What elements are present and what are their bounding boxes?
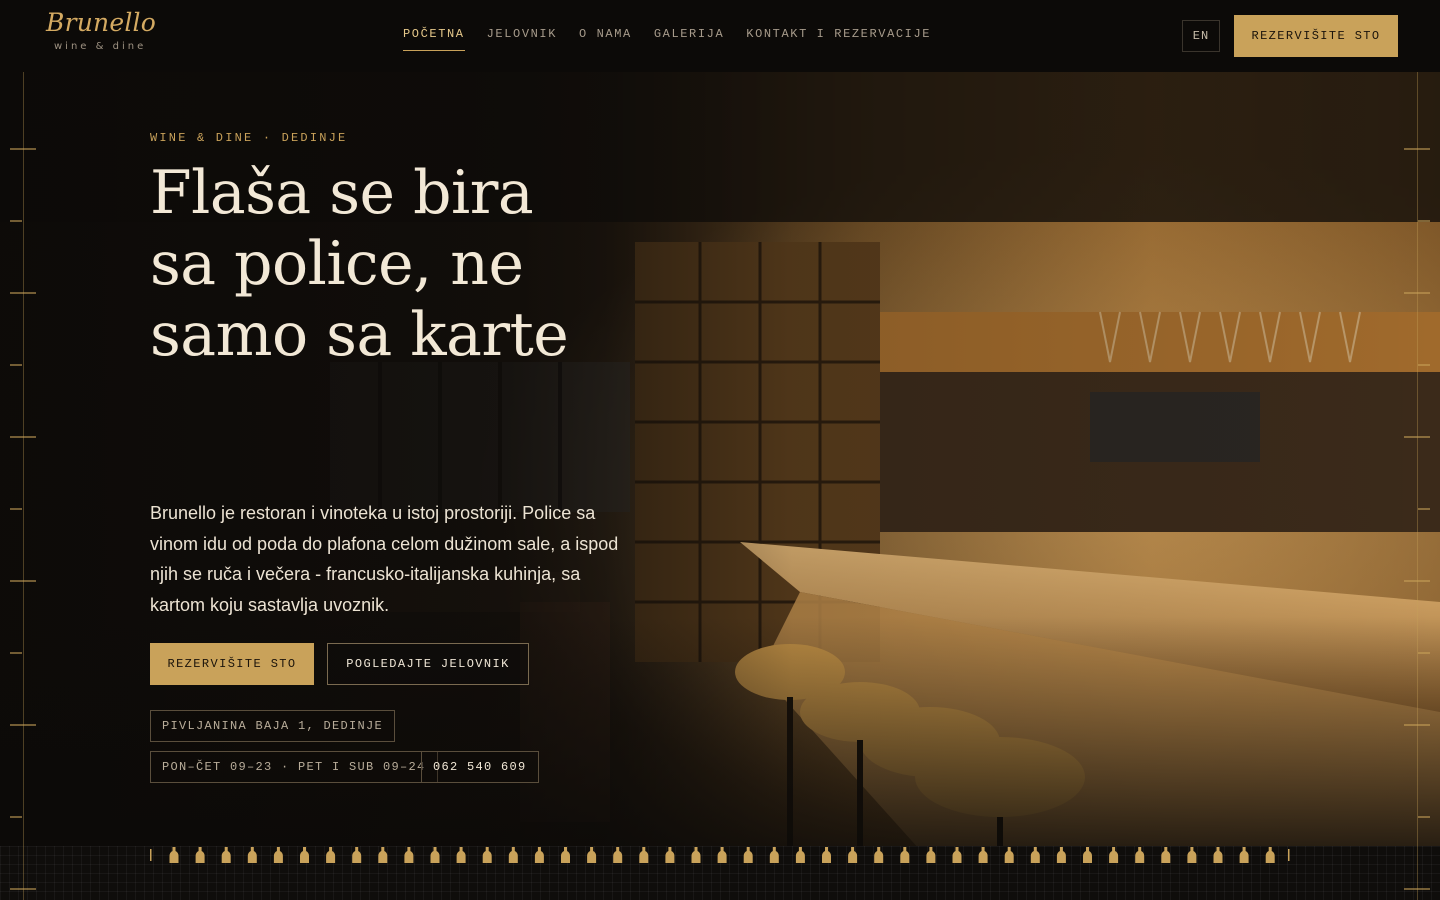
ruler-tick	[10, 816, 22, 818]
nav-item-o-nama[interactable]: O NAMA	[579, 27, 632, 51]
ruler-tick	[10, 292, 36, 294]
bottle-row-edge	[150, 849, 152, 861]
bottle-row-edge	[1288, 849, 1290, 861]
bottle-icon	[717, 847, 727, 863]
nav-item-jelovnik[interactable]: JELOVNIK	[487, 27, 557, 51]
bottle-icon	[743, 847, 753, 863]
bottle-icon	[1083, 847, 1092, 863]
nav-item-galerija[interactable]: GALERIJA	[654, 27, 724, 51]
hero-title: Flaša se bira sa police, ne samo sa kart…	[150, 158, 670, 371]
bottle-icon	[195, 847, 205, 863]
right-ruler-decoration	[1404, 72, 1430, 900]
bottle-icon	[404, 847, 414, 863]
nav-item-pocetna[interactable]: POČETNA	[403, 27, 465, 51]
ruler-line	[1417, 72, 1418, 900]
reserve-table-button[interactable]: REZERVIŠITE STO	[150, 643, 314, 685]
bottle-icon	[822, 847, 831, 863]
left-ruler-decoration	[10, 72, 36, 900]
bottle-icon	[482, 847, 492, 863]
ruler-tick	[10, 148, 36, 150]
bottle-icon	[926, 847, 936, 863]
bottle-icon	[300, 847, 309, 863]
ruler-tick	[1418, 364, 1430, 366]
phone-link[interactable]: 062 540 609	[421, 751, 539, 783]
bottle-icon	[1161, 847, 1171, 863]
bottle-icon	[1265, 847, 1275, 863]
bottle-icon	[378, 847, 388, 863]
brand-logo[interactable]: Brunello wine & dine	[46, 8, 156, 64]
ruler-tick	[1404, 888, 1430, 890]
ruler-tick	[1404, 292, 1430, 294]
hero-eyebrow: WINE & DINE · DEDINJE	[150, 131, 348, 145]
language-switch-button[interactable]: EN	[1182, 20, 1220, 52]
bottle-icon	[326, 847, 336, 863]
brand-name: Brunello	[46, 8, 156, 37]
bottle-icon	[639, 847, 649, 863]
header-reserve-button[interactable]: REZERVIŠITE STO	[1234, 15, 1398, 57]
bottle-icon	[1030, 847, 1040, 863]
bottle-icon	[900, 847, 910, 863]
bottle-icon	[352, 847, 362, 863]
hero-description: Brunello je restoran i vinoteka u istoj …	[150, 503, 619, 615]
bottle-icon	[613, 847, 623, 863]
bottle-icon	[561, 847, 570, 863]
ruler-tick	[1418, 816, 1430, 818]
ruler-tick	[10, 436, 36, 438]
bottle-icon	[769, 847, 779, 863]
bottle-row-decoration	[150, 847, 1290, 863]
bottle-icon	[456, 847, 466, 863]
bottle-icon	[1213, 847, 1223, 863]
bottle-icon	[795, 847, 805, 863]
bottle-icon	[1187, 847, 1197, 863]
nav-item-kontakt[interactable]: KONTAKT I REZERVACIJE	[746, 27, 931, 51]
bottle-icon	[1004, 847, 1014, 863]
hero-title-line: samo sa karte	[150, 300, 569, 370]
bottle-icon	[247, 847, 257, 863]
bottle-icon	[978, 847, 988, 863]
address-tag: PIVLJANINA BAJA 1, DEDINJE	[150, 710, 396, 742]
ruler-tick	[1404, 724, 1430, 726]
ruler-tick	[1404, 580, 1430, 582]
ruler-tick	[10, 652, 22, 654]
bottle-icon	[691, 847, 701, 863]
ruler-tick	[10, 220, 22, 222]
brand-tagline: wine & dine	[54, 41, 147, 52]
bottle-icon	[169, 847, 179, 863]
bottle-icon	[952, 847, 962, 863]
ruler-tick	[1418, 220, 1430, 222]
bottle-icon	[848, 847, 858, 863]
view-menu-button[interactable]: POGLEDAJTE JELOVNIK	[327, 643, 529, 685]
bottle-icon	[874, 847, 884, 863]
bottle-icon	[1109, 847, 1119, 863]
ruler-tick	[1404, 148, 1430, 150]
bottle-icon	[1239, 847, 1249, 863]
bottle-icon	[221, 847, 231, 863]
ruler-tick	[1418, 652, 1430, 654]
bottle-icon	[1135, 847, 1145, 863]
ruler-tick	[10, 888, 36, 890]
ruler-tick	[10, 508, 22, 510]
bottle-icon	[508, 847, 518, 863]
hours-tag: PON–ČET 09–23 · PET I SUB 09–24	[150, 751, 438, 783]
ruler-tick	[10, 364, 22, 366]
ruler-tick	[1404, 436, 1430, 438]
ruler-tick	[1418, 508, 1430, 510]
bottle-icon	[430, 847, 440, 863]
bottle-icon	[1056, 847, 1066, 863]
ruler-tick	[10, 724, 36, 726]
bottle-icon	[534, 847, 544, 863]
site-header: Brunello wine & dine POČETNA JELOVNIK O …	[0, 0, 1440, 72]
hero-title-line: Flaša se bira	[150, 158, 534, 228]
bottle-icon	[273, 847, 283, 863]
main-nav: POČETNA JELOVNIK O NAMA GALERIJA KONTAKT…	[403, 27, 931, 51]
hero-title-line: sa police, ne	[150, 229, 524, 299]
bottle-icon	[587, 847, 597, 863]
bottle-icon	[665, 847, 675, 863]
ruler-line	[23, 72, 24, 900]
ruler-tick	[10, 580, 36, 582]
